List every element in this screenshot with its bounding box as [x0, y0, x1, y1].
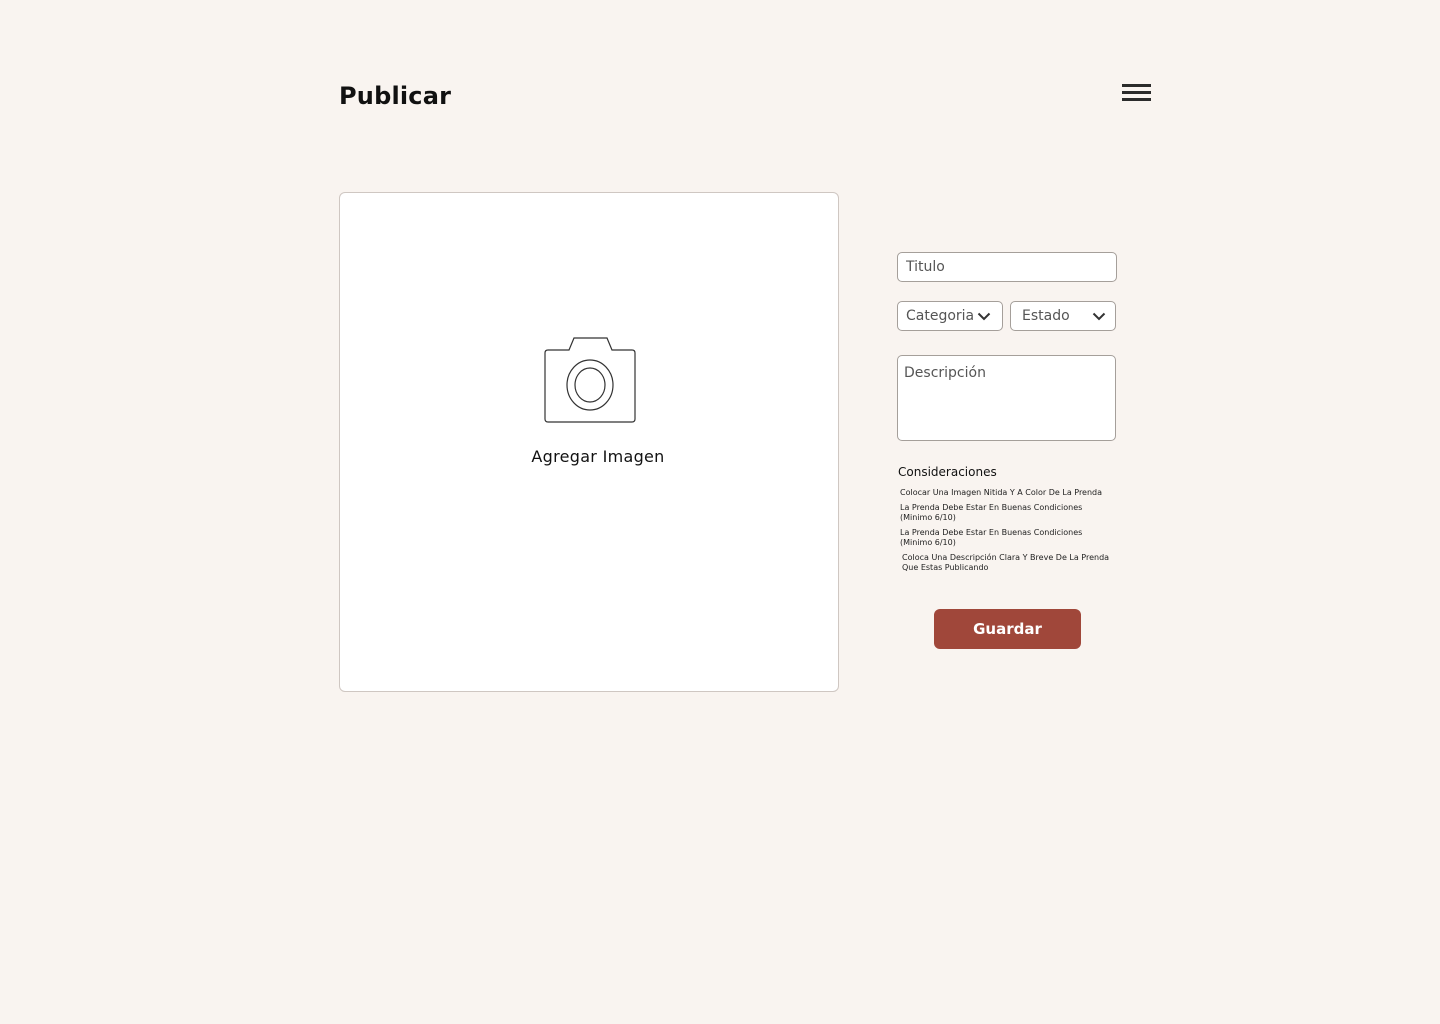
considerations-title: Consideraciones — [898, 465, 997, 479]
state-select-label: Estado — [1022, 308, 1070, 324]
menu-line — [1122, 84, 1151, 87]
image-upload-area[interactable]: Agregar Imagen — [339, 192, 839, 692]
consideration-item: Coloca Una Descripción Clara Y Breve De … — [902, 553, 1110, 572]
menu-line — [1122, 98, 1151, 101]
considerations-list: Colocar Una Imagen Nitida Y A Color De L… — [900, 488, 1116, 578]
page-title: Publicar — [339, 82, 452, 110]
consideration-item: La Prenda Debe Estar En Buenas Condicion… — [900, 503, 1083, 522]
title-input[interactable] — [897, 252, 1117, 282]
consideration-item: La Prenda Debe Estar En Buenas Condicion… — [900, 528, 1083, 547]
save-button[interactable]: Guardar — [934, 609, 1081, 649]
chevron-down-icon — [1092, 312, 1106, 321]
description-input[interactable] — [897, 355, 1116, 441]
state-select[interactable]: Estado — [1010, 301, 1116, 331]
add-image-label: Agregar Imagen — [531, 447, 665, 466]
camera-icon — [544, 337, 636, 423]
category-select-label: Categoria — [906, 308, 975, 324]
chevron-down-icon — [977, 312, 991, 321]
menu-line — [1122, 91, 1151, 94]
category-select[interactable]: Categoria — [897, 301, 1003, 331]
hamburger-menu-icon[interactable] — [1122, 84, 1152, 104]
consideration-item: Colocar Una Imagen Nitida Y A Color De L… — [900, 488, 1103, 497]
